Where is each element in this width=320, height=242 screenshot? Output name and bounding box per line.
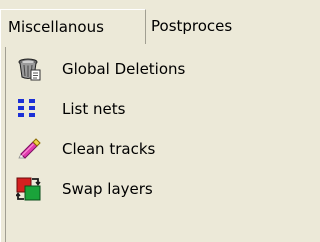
menu-item-global-deletions[interactable]: Global Deletions: [6, 49, 266, 89]
swap-layers-icon: [16, 176, 42, 202]
menu-postproces-label: Postproces: [151, 17, 233, 35]
dropdown-panel: Global Deletions List nets Clean tracks …: [5, 47, 266, 242]
menu-item-label: List nets: [62, 100, 126, 118]
menu-item-label: Clean tracks: [62, 140, 156, 158]
eraser-icon: [16, 136, 42, 162]
menu-item-label: Swap layers: [62, 180, 153, 198]
menu-item-clean-tracks[interactable]: Clean tracks: [6, 129, 266, 169]
menu-postproces[interactable]: Postproces: [147, 9, 238, 44]
menu-bar: Miscellanous Postproces: [0, 0, 266, 45]
list-icon: [16, 96, 42, 122]
menu-miscellanous-label: Miscellanous: [8, 18, 104, 36]
miscellanous-dropdown: Global Deletions List nets Clean tracks …: [0, 44, 266, 242]
menu-item-label: Global Deletions: [62, 60, 186, 78]
menu-miscellanous[interactable]: Miscellanous: [0, 9, 146, 44]
trash-bin-icon: [16, 56, 42, 82]
menu-item-list-nets[interactable]: List nets: [6, 89, 266, 129]
menu-item-swap-layers[interactable]: Swap layers: [6, 169, 266, 209]
